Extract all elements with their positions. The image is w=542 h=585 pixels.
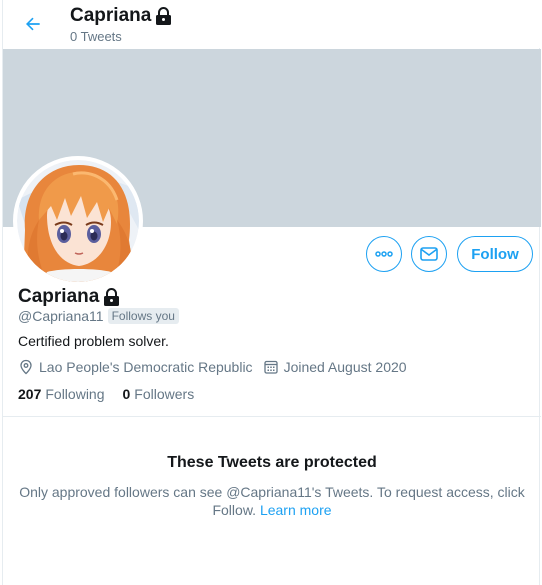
profile-page: Capriana 0 Tweets Follow Capriana @Capri… xyxy=(2,0,541,585)
profile-meta: Lao People's Democratic Republic Joined … xyxy=(18,359,417,375)
profile-name: Capriana xyxy=(18,286,120,308)
location-text: Lao People's Democratic Republic xyxy=(39,359,253,375)
protected-message: Only approved followers can see @Caprian… xyxy=(17,483,527,519)
mail-icon xyxy=(420,247,438,261)
following-count: 207 xyxy=(18,386,42,402)
follow-counts: 207 Following 0 Followers xyxy=(18,386,212,402)
follow-button[interactable]: Follow xyxy=(457,236,533,272)
tweet-count: 0 Tweets xyxy=(70,29,122,44)
avatar[interactable] xyxy=(13,156,143,286)
top-header: Capriana 0 Tweets xyxy=(3,0,541,48)
back-arrow-icon xyxy=(26,17,40,31)
profile-bio: Certified problem solver. xyxy=(18,333,169,349)
header-title: Capriana xyxy=(70,5,172,27)
location-item: Lao People's Democratic Republic xyxy=(18,359,253,375)
handle-row: @Capriana11 Follows you xyxy=(18,308,179,324)
message-button[interactable] xyxy=(411,236,447,272)
location-icon xyxy=(20,359,32,375)
profile-handle: @Capriana11 xyxy=(18,308,104,324)
more-icon xyxy=(375,251,393,257)
follows-you-badge: Follows you xyxy=(107,308,179,324)
avatar-image xyxy=(17,160,139,282)
more-button[interactable] xyxy=(366,236,402,272)
header-name-text: Capriana xyxy=(70,5,152,26)
following-link[interactable]: 207 Following xyxy=(18,386,105,402)
calendar-icon xyxy=(263,360,278,374)
protected-title: These Tweets are protected xyxy=(167,454,377,471)
followers-link[interactable]: 0 Followers xyxy=(123,386,195,402)
joined-text: Joined August 2020 xyxy=(283,359,407,375)
profile-name-text: Capriana xyxy=(18,286,100,307)
learn-more-link[interactable]: Learn more xyxy=(260,502,332,518)
joined-item: Joined August 2020 xyxy=(263,359,407,375)
lock-icon xyxy=(156,6,172,25)
followers-count: 0 xyxy=(122,386,131,402)
back-button[interactable] xyxy=(19,10,47,38)
lock-icon xyxy=(104,287,120,306)
followers-label: Followers xyxy=(134,386,195,402)
section-divider xyxy=(3,416,541,417)
following-label: Following xyxy=(45,386,105,402)
